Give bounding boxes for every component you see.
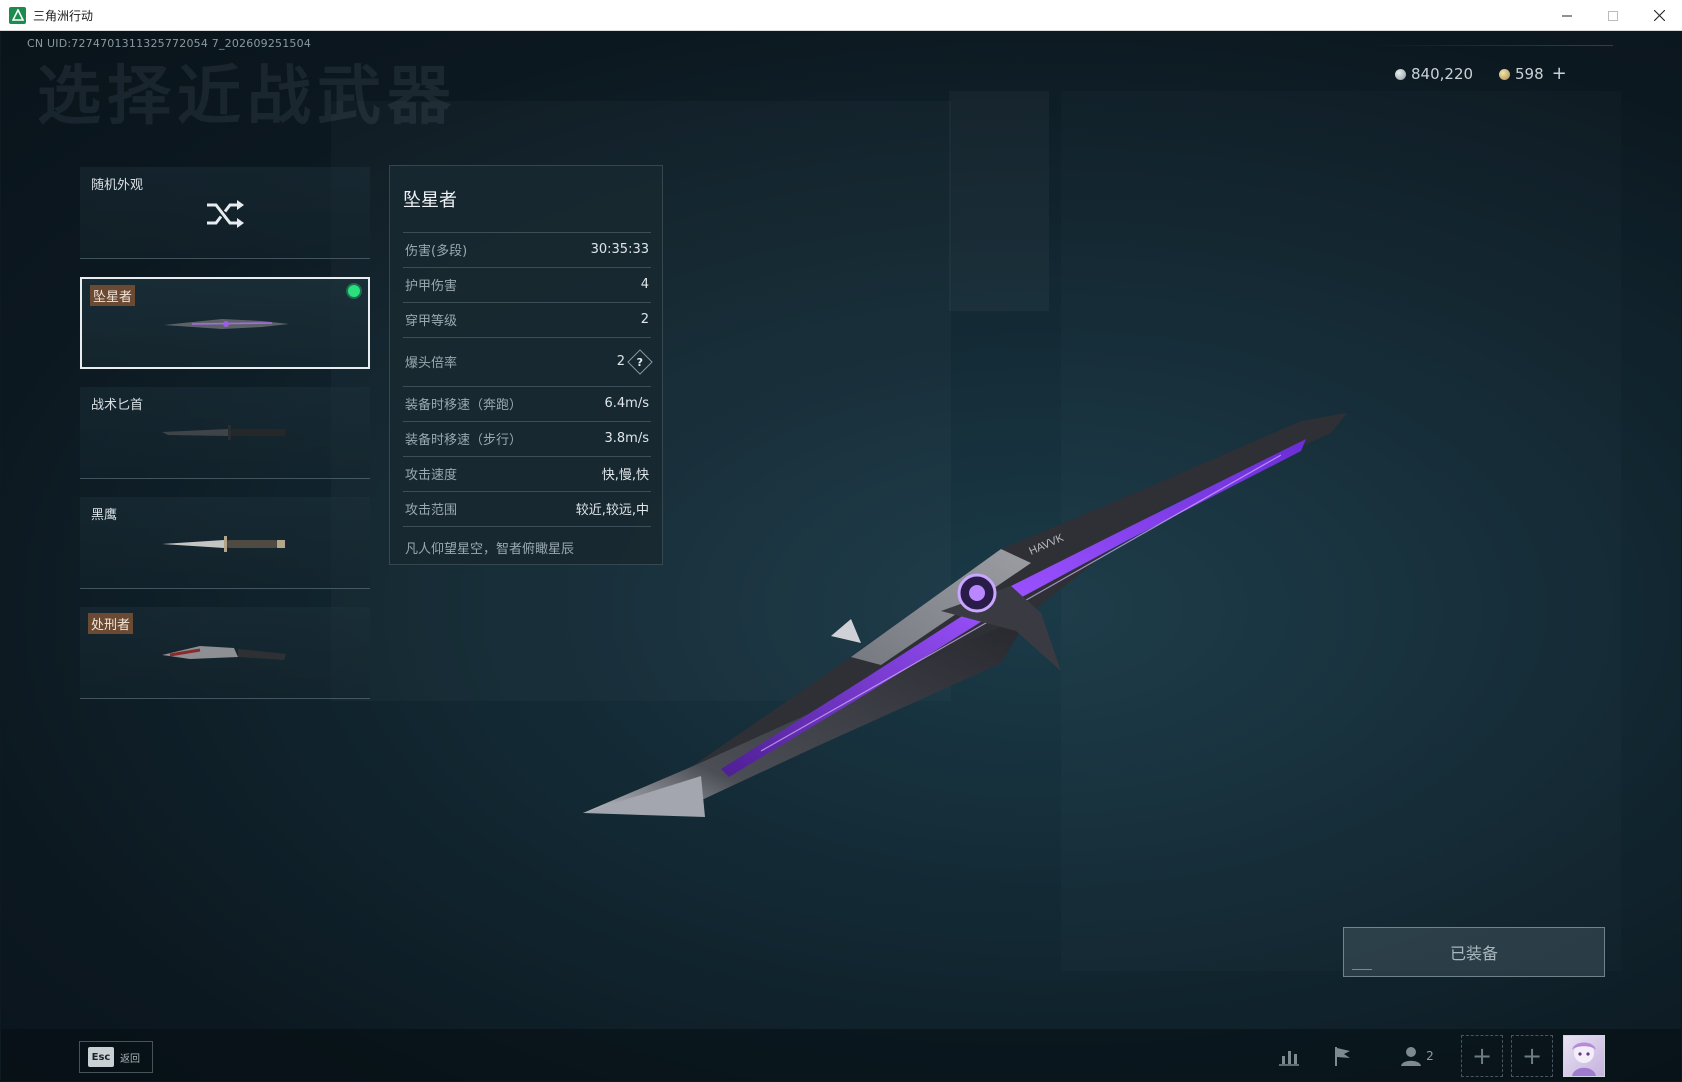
executioner-knife-image: [162, 646, 286, 660]
background-panel: [949, 91, 1049, 311]
stat-label: 装备时移速（奔跑）: [405, 398, 523, 413]
weapon-showcase-starfall: HAVVK: [583, 413, 1347, 817]
avatar[interactable]: [1563, 1035, 1605, 1077]
stat-value: 2: [616, 354, 625, 369]
weapon-name: 坠星者: [403, 190, 457, 211]
friends-icon[interactable]: 2: [1389, 1039, 1445, 1073]
add-teammate-slot[interactable]: +: [1511, 1035, 1553, 1077]
silver-coin-icon: [1395, 68, 1406, 80]
esc-key-icon: Esc: [88, 1047, 114, 1067]
stat-value: 30:35:33: [590, 242, 649, 257]
stat-label: 攻击范围: [405, 503, 458, 518]
starfall-knife-image: [164, 319, 289, 329]
stats-icon[interactable]: [1269, 1039, 1309, 1073]
stat-label: 穿甲等级: [405, 314, 458, 329]
weapon-card-executioner[interactable]: 处刑者: [80, 607, 370, 699]
stat-row-penetration-level: 穿甲等级 2: [403, 302, 651, 336]
weapon-description: 凡人仰望星空，智者俯瞰星辰: [405, 542, 575, 557]
stat-label: 爆头倍率: [405, 356, 458, 371]
silver-currency: 840,220: [1395, 65, 1473, 83]
equipped-button[interactable]: 已装备: [1343, 927, 1605, 977]
stat-label: 装备时移速（步行）: [405, 433, 523, 448]
stat-label: 攻击速度: [405, 468, 458, 483]
currency-bar: 840,220 598 +: [1367, 45, 1613, 85]
flag-icon[interactable]: [1323, 1039, 1363, 1073]
black-hawk-knife-image: [162, 536, 285, 552]
stat-label: 伤害(多段): [405, 244, 468, 259]
equipped-button-label: 已装备: [1449, 944, 1498, 963]
gold-coin-icon: [1499, 68, 1510, 80]
card-label: 黑鹰: [91, 508, 118, 523]
window-title: 三角洲行动: [33, 8, 94, 23]
button-decoration: [1352, 969, 1372, 970]
tactical-dagger-image: [162, 425, 286, 440]
stat-label: 护甲伤害: [405, 279, 458, 294]
add-currency-icon[interactable]: +: [1552, 65, 1567, 83]
friends-count: 2: [1426, 1049, 1434, 1063]
minimize-icon[interactable]: [1544, 0, 1590, 31]
back-label: 返回: [120, 1053, 140, 1065]
weapon-card-tactical-dagger[interactable]: 战术匕首: [80, 387, 370, 479]
card-label: 坠星者: [90, 285, 136, 306]
help-icon[interactable]: ?: [627, 348, 653, 375]
stat-row-armor-damage: 护甲伤害 4: [403, 267, 651, 301]
card-label: 处刑者: [88, 613, 134, 634]
stat-value: 4: [640, 277, 649, 292]
bottom-bar: Esc 返回 2 + +: [1, 1029, 1681, 1081]
game-viewport: CN UID:7274701311325772054 7_20260925150…: [1, 31, 1681, 1081]
weapon-card-starfall[interactable]: 坠星者: [80, 277, 370, 369]
page-title: 选择近战武器: [37, 60, 457, 134]
weapon-card-black-hawk[interactable]: 黑鹰: [80, 497, 370, 589]
random-appearance-card[interactable]: 随机外观: [80, 167, 370, 259]
card-label: 战术匕首: [91, 398, 144, 413]
back-button[interactable]: Esc 返回: [79, 1041, 153, 1073]
maximize-icon[interactable]: [1590, 0, 1636, 31]
gold-currency: 598 +: [1499, 65, 1567, 83]
app-logo-icon: [9, 6, 26, 24]
card-label: 随机外观: [91, 178, 144, 193]
help-icon-glyph: ?: [636, 354, 644, 368]
equipped-indicator: [348, 285, 360, 297]
stat-row-headshot-multiplier: 爆头倍率 2 ?: [403, 337, 653, 385]
gold-amount: 598: [1515, 65, 1544, 83]
stat-value-container: 2 ?: [616, 348, 653, 375]
shuffle-icon: [207, 200, 244, 228]
stat-row-damage: 伤害(多段) 30:35:33: [403, 232, 651, 266]
close-icon[interactable]: [1636, 0, 1682, 31]
add-teammate-slot[interactable]: +: [1461, 1035, 1503, 1077]
stat-value: 2: [640, 312, 649, 327]
silver-amount: 840,220: [1411, 65, 1474, 83]
window-titlebar: 三角洲行动: [0, 0, 1682, 31]
divider: [1367, 45, 1613, 46]
